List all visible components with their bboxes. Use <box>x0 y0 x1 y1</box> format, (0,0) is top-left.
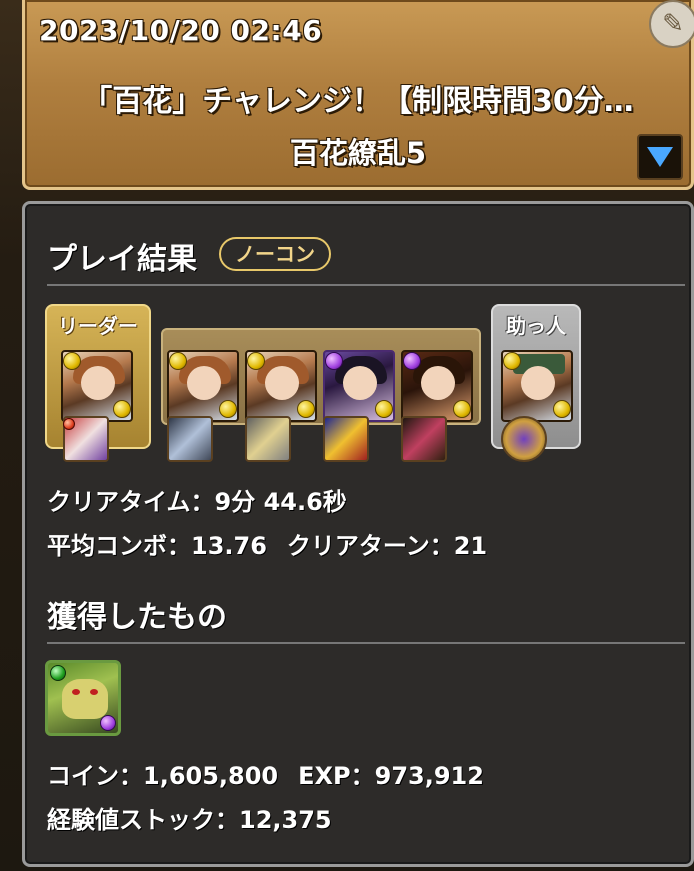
coin-exp-row: コイン：1,605,800 EXP：973,912 <box>47 756 484 791</box>
no-continue-badge: ノーコン <box>219 237 331 271</box>
combo-turn-row: 平均コンボ：13.76 クリアターン：21 <box>47 526 487 561</box>
triangle-down-icon <box>647 147 673 167</box>
exp-stock: 経験値ストック：12,375 <box>47 806 332 834</box>
attribute-orb <box>325 352 343 370</box>
assist-card[interactable] <box>401 416 447 462</box>
attribute-orb <box>503 352 521 370</box>
floor-title: 百花繚乱5 <box>289 136 427 170</box>
reward-monster[interactable] <box>45 660 121 736</box>
leader-label: リーダー <box>58 314 138 338</box>
attribute-orb <box>375 400 393 418</box>
attribute-orb <box>169 352 187 370</box>
pencil-icon[interactable]: ✎ <box>649 0 694 48</box>
helper-label: 助っ人 <box>506 314 566 338</box>
attribute-orb <box>113 400 131 418</box>
clear-turn: クリアターン：21 <box>286 532 488 560</box>
attribute-orb <box>219 400 237 418</box>
assist-card[interactable] <box>167 416 213 462</box>
assist-card[interactable] <box>323 416 369 462</box>
attribute-orb <box>63 352 81 370</box>
dropdown-button[interactable] <box>637 134 683 180</box>
assist-card[interactable] <box>501 416 547 462</box>
attribute-orb <box>50 665 66 681</box>
attribute-orb <box>553 400 571 418</box>
divider <box>47 642 685 644</box>
exp-amount: EXP：973,912 <box>298 762 484 790</box>
play-result-title: プレイ結果 <box>47 242 197 277</box>
clear-time: クリアタイム：9分 44.6秒 <box>47 488 347 516</box>
assist-card[interactable] <box>245 416 291 462</box>
result-panel: プレイ結果 ノーコン リーダー 助っ人 クリアタイム：9分 44.6秒 平均コン… <box>22 201 694 867</box>
coin-amount: コイン：1,605,800 <box>47 762 279 790</box>
play-datetime: 2023/10/20 02:46 <box>39 14 323 47</box>
dungeon-header[interactable]: 2023/10/20 02:46 ✎ 「百花」チャレンジ！【制限時間30分… 百… <box>22 0 694 190</box>
divider <box>47 284 685 286</box>
attribute-orb <box>100 715 116 731</box>
attribute-orb <box>247 352 265 370</box>
dungeon-title: 「百花」チャレンジ！【制限時間30分… <box>82 84 634 119</box>
attribute-orb <box>403 352 421 370</box>
attribute-orb <box>453 400 471 418</box>
average-combo: 平均コンボ：13.76 <box>47 532 267 560</box>
attribute-orb <box>63 418 75 430</box>
attribute-orb <box>297 400 315 418</box>
rewards-title: 獲得したもの <box>47 600 227 635</box>
